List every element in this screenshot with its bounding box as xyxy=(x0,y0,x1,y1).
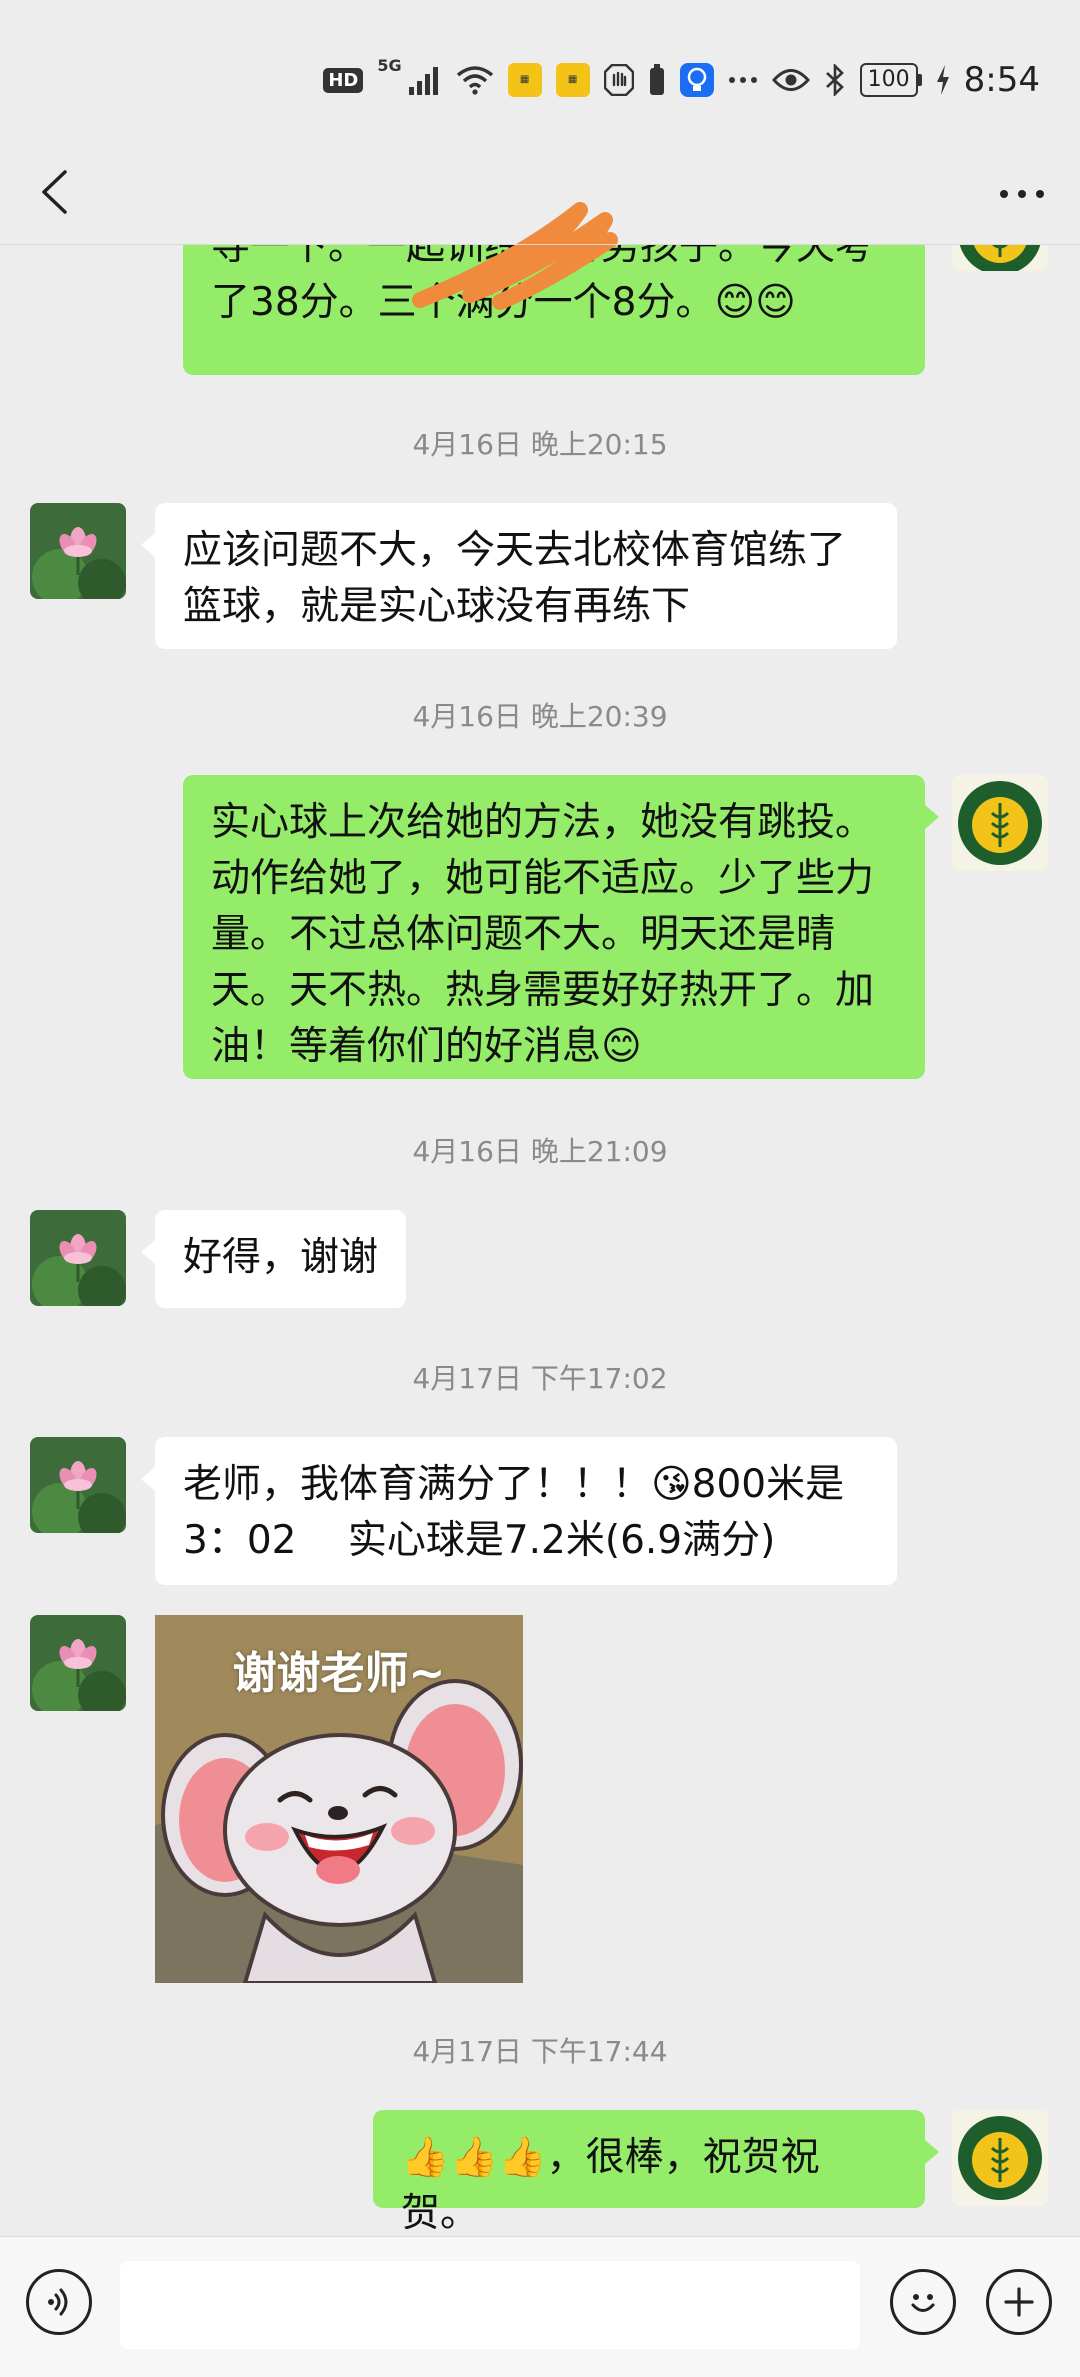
back-button[interactable] xyxy=(26,164,82,220)
voice-icon xyxy=(48,2288,68,2316)
message-bubble-outgoing[interactable]: 实心球上次给她的方法，她没有跳投。动作给她了，她可能不适应。少了些力量。不过总体… xyxy=(183,775,939,1079)
yellow-app-icon: ▦ xyxy=(507,63,542,97)
more-horizontal-icon xyxy=(1000,190,1008,198)
eye-icon xyxy=(771,67,810,93)
message-text: 老师，我体育满分了！！！😘800米是3：02 实心球是7.2米(6.9满分) xyxy=(183,1462,845,1563)
hand-icon xyxy=(603,64,634,96)
contact-avatar[interactable] xyxy=(30,503,126,599)
more-button[interactable] xyxy=(994,170,1050,218)
chat-header xyxy=(0,140,1080,310)
message-bubble-incoming[interactable]: 应该问题不大，今天去北校体育馆练了篮球，就是实心球没有再练下 xyxy=(141,503,897,649)
bulb-app-icon xyxy=(679,63,714,97)
charging-icon xyxy=(936,65,950,95)
emoji-icon xyxy=(911,2294,935,2312)
bluetooth-icon xyxy=(824,64,846,96)
battery-level: 100 xyxy=(859,63,918,97)
message-text: 好得，谢谢 xyxy=(183,1235,379,1280)
plus-button[interactable] xyxy=(986,2269,1052,2335)
voice-button[interactable] xyxy=(26,2269,92,2335)
message-input[interactable] xyxy=(120,2261,860,2349)
contact-avatar[interactable] xyxy=(30,1437,126,1533)
signal-icon xyxy=(408,65,442,95)
contact-avatar[interactable] xyxy=(30,1210,126,1306)
my-avatar[interactable] xyxy=(952,775,1048,871)
message-input-bar xyxy=(0,2236,1080,2377)
message-text: 实心球上次给她的方法，她没有跳投。动作给她了，她可能不适应。少了些力量。不过总体… xyxy=(211,800,875,1069)
message-timestamp: 4月16日 晚上21:09 xyxy=(412,1135,668,1168)
status-time: 8:54 xyxy=(963,60,1040,100)
message-bubble-incoming[interactable]: 好得，谢谢 xyxy=(140,1210,407,1308)
message-text: 👍👍👍，很棒，祝贺祝贺。 xyxy=(401,2135,820,2235)
network-type: 5G xyxy=(377,56,402,75)
status-icons: HD 5G ▦ ▦ 100 8:54 xyxy=(323,56,1040,104)
chat-message-list[interactable]: 导一下。一起训练的有男孩子。今天考了38分。三个满分一个8分。😊😊 4月16日 … xyxy=(0,245,1080,2235)
message-timestamp: 4月16日 晚上20:15 xyxy=(412,428,668,461)
emoji-button[interactable] xyxy=(890,2269,956,2335)
message-text: 应该问题不大，今天去北校体育馆练了篮球，就是实心球没有再练下 xyxy=(183,528,847,629)
battery-icon: 100 xyxy=(859,63,922,97)
my-avatar[interactable] xyxy=(952,2110,1048,2206)
header-divider xyxy=(0,244,1080,245)
wifi-icon xyxy=(456,65,494,95)
my-avatar[interactable] xyxy=(952,245,1048,271)
message-bubble-outgoing[interactable]: 👍👍👍，很棒，祝贺祝贺。 xyxy=(373,2110,939,2235)
message-bubble-incoming[interactable]: 老师，我体育满分了！！！😘800米是3：02 实心球是7.2米(6.9满分) xyxy=(141,1437,897,1585)
sticker-caption: 谢谢老师~ xyxy=(232,1648,446,1699)
contact-avatar[interactable] xyxy=(30,1615,126,1711)
sim-icon xyxy=(648,64,666,96)
message-timestamp: 4月16日 晚上20:39 xyxy=(412,700,668,733)
message-timestamp: 4月17日 下午17:44 xyxy=(412,2035,668,2068)
hd-icon: HD xyxy=(323,67,364,93)
plus-icon xyxy=(1004,2287,1034,2317)
more-dots-icon xyxy=(728,75,758,85)
yellow-app-icon: ▦ xyxy=(555,63,590,97)
message-timestamp: 4月17日 下午17:02 xyxy=(412,1362,668,1395)
redaction-scribble xyxy=(412,202,618,310)
chevron-left-icon xyxy=(42,170,67,214)
sticker-image[interactable]: 谢谢老师~ xyxy=(155,1615,523,1983)
status-bar: HD 5G ▦ ▦ 100 8:54 xyxy=(0,0,1080,160)
